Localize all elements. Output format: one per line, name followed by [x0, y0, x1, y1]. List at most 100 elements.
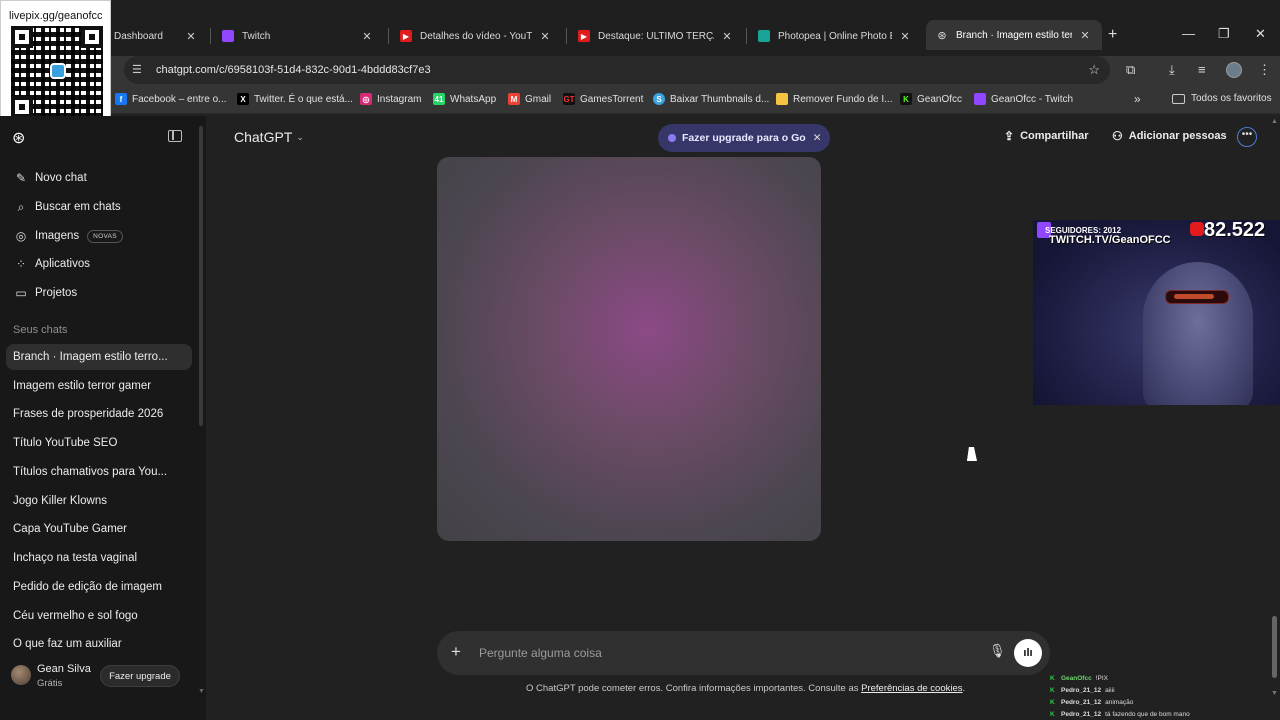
chat-item[interactable]: Pedido de edição de imagem — [6, 574, 192, 600]
sidebar-scrollbar[interactable] — [199, 126, 203, 426]
browser-tab-strip: Dashboard ✕ Twitch ✕ ▶ Detalhes do vídeo… — [0, 0, 1280, 56]
pencil-icon: ✎ — [15, 171, 27, 185]
download-icon[interactable]: ⤓ — [1169, 62, 1175, 78]
media-control-icon[interactable]: ≡ — [1198, 62, 1206, 77]
new-tab-button[interactable]: + — [1108, 26, 1117, 44]
folder-icon — [1172, 93, 1185, 104]
sidebar-toggle-icon[interactable] — [168, 130, 182, 142]
tab-youtube-destaque[interactable]: ▶ Destaque: ULTIMO TERÇA D ✕ — [568, 22, 744, 50]
bookmark-twitch[interactable]: GeanOfcc - Twitch — [974, 93, 1073, 105]
chat-item[interactable]: Títulos chamativos para You... — [6, 459, 192, 485]
chat-item[interactable]: Jogo Killer Klowns — [6, 488, 192, 514]
close-tab-icon[interactable]: ✕ — [1078, 29, 1092, 42]
bookmark-removebg[interactable]: Remover Fundo de I... — [776, 93, 893, 105]
upgrade-go-pill[interactable]: Fazer upgrade para o Go ✕ — [658, 124, 830, 152]
sidebar-item-projects[interactable]: ▭ Projetos — [8, 280, 192, 306]
cookie-preferences-link[interactable]: Preferências de cookies — [861, 683, 962, 694]
person-add-icon: ⚇ — [1112, 129, 1123, 143]
close-tab-icon[interactable]: ✕ — [898, 30, 912, 43]
plus-icon[interactable]: + — [451, 642, 461, 662]
chat-item[interactable]: Frases de prosperidade 2026 — [6, 401, 192, 427]
sidebar: ⊛ ✎ Novo chat ⌕ Buscar em chats ◎ Imagen… — [0, 116, 206, 720]
chat-item[interactable]: Título YouTube SEO — [6, 430, 192, 456]
tab-chatgpt-active[interactable]: ⊛ Branch · Imagem estilo terro ✕ — [926, 20, 1102, 50]
site-settings-icon[interactable]: ☰ — [132, 63, 146, 77]
openai-logo-icon[interactable]: ⊛ — [12, 128, 30, 147]
omnibox[interactable]: ☰ chatgpt.com/c/6958103f-51d4-832c-90d1-… — [124, 56, 1110, 84]
composer: + Pergunte alguma coisa 🎙 ılı — [437, 631, 1050, 675]
apps-icon: ⁘ — [15, 257, 27, 271]
sidebar-item-new-chat[interactable]: ✎ Novo chat — [8, 165, 192, 191]
chat-item[interactable]: Inchaço na testa vaginal — [6, 545, 192, 571]
scroll-up-arrow-icon[interactable]: ▲ — [1271, 118, 1278, 125]
bookmark-whatsapp[interactable]: 41 WhatsApp — [433, 93, 496, 105]
chat-message: K GeanOfcc !PIX — [1050, 674, 1109, 682]
profile-avatar[interactable] — [1226, 62, 1242, 78]
stream-chat-overlay: K GeanOfcc !PIX K Pedro_21_12 aiiii K Pe… — [1050, 672, 1250, 720]
bookmark-star-icon[interactable]: ☆ — [1088, 62, 1100, 78]
generated-image-placeholder[interactable] — [437, 157, 821, 541]
browser-menu-icon[interactable]: ⋮ — [1258, 62, 1271, 78]
kick-icon: K — [900, 93, 912, 105]
extensions-icon[interactable]: ⧉ — [1126, 62, 1135, 78]
sidebar-item-apps[interactable]: ⁘ Aplicativos — [8, 251, 192, 277]
user-name: Gean Silva — [37, 663, 91, 675]
more-options-button[interactable]: ••• — [1237, 127, 1257, 147]
close-tab-icon[interactable]: ✕ — [720, 30, 734, 43]
upgrade-button[interactable]: Fazer upgrade — [100, 665, 180, 687]
bookmark-twitter[interactable]: X Twitter. É o que está... — [237, 93, 353, 105]
search-icon: ⌕ — [17, 199, 25, 214]
more-bookmarks-icon[interactable]: » — [1134, 92, 1141, 106]
mouse-cursor — [967, 447, 979, 461]
all-bookmarks-folder[interactable]: Todos os favoritos — [1172, 93, 1272, 104]
url-text[interactable]: chatgpt.com/c/6958103f-51d4-832c-90d1-4b… — [156, 64, 431, 76]
kick-icon: K — [1050, 674, 1055, 682]
qr-finder — [81, 26, 103, 48]
close-icon[interactable]: ✕ — [813, 132, 822, 144]
tab-photopea[interactable]: Photopea | Online Photo Edi ✕ — [748, 22, 922, 50]
chat-item-active[interactable]: Branch · Imagem estilo terro... — [6, 344, 192, 370]
close-tab-icon[interactable]: ✕ — [538, 30, 552, 43]
streamer-video — [1143, 262, 1253, 405]
bookmark-kick[interactable]: K GeanOfcc — [900, 93, 962, 105]
prompt-input[interactable]: Pergunte alguma coisa — [479, 646, 602, 660]
youtube-icon: ▶ — [400, 30, 412, 42]
scroll-down-arrow-icon[interactable]: ▼ — [1271, 690, 1278, 697]
x-icon: X — [237, 93, 249, 105]
bookmark-gamestorrent[interactable]: GT GamesTorrent — [563, 93, 643, 105]
scroll-down-arrow-icon[interactable]: ▼ — [198, 688, 205, 695]
kick-icon: K — [1050, 698, 1055, 706]
microphone-icon[interactable]: 🎙 — [989, 643, 1006, 659]
user-panel[interactable]: Gean Silva Grátis Fazer upgrade — [0, 652, 206, 698]
tab-youtube-studio[interactable]: ▶ Detalhes do vídeo - YouTube ✕ — [390, 22, 562, 50]
chat-item[interactable]: Céu vermelho e sol fogo — [6, 603, 192, 629]
avatar[interactable] — [11, 665, 31, 685]
livepix-logo — [50, 63, 66, 79]
main-scrollbar[interactable] — [1272, 616, 1277, 678]
tab-twitch[interactable]: Twitch ✕ — [212, 22, 384, 50]
restore-button[interactable]: ❐ — [1218, 26, 1230, 42]
photopea-icon — [758, 30, 770, 42]
model-selector[interactable]: ChatGPT ⌄ — [234, 129, 304, 145]
sidebar-item-images[interactable]: ◎ Imagens NOVAS — [8, 223, 192, 249]
chat-item[interactable]: Capa YouTube Gamer — [6, 516, 192, 542]
twitch-url: TWITCH.TV/GeanOFCC — [1049, 234, 1171, 246]
minimize-button[interactable]: — — [1182, 26, 1195, 41]
close-window-button[interactable]: ✕ — [1255, 26, 1266, 42]
gmail-icon: M — [508, 93, 520, 105]
chats-section-title: Seus chats — [13, 324, 68, 336]
close-tab-icon[interactable]: ✕ — [360, 30, 374, 43]
chat-message: K Pedro_21_12 animação — [1050, 698, 1134, 706]
sidebar-item-search[interactable]: ⌕ Buscar em chats — [8, 194, 192, 220]
chat-item[interactable]: Imagem estilo terror gamer — [6, 373, 192, 399]
voice-mode-button[interactable]: ılı — [1014, 639, 1042, 667]
glasses — [1165, 290, 1229, 304]
bookmark-facebook[interactable]: f Facebook – entre o... — [115, 93, 227, 105]
tab-dashboard[interactable]: Dashboard ✕ — [104, 22, 208, 50]
share-button[interactable]: ⇪ Compartilhar — [1004, 129, 1089, 143]
close-tab-icon[interactable]: ✕ — [184, 30, 198, 43]
bookmark-gmail[interactable]: M Gmail — [508, 93, 551, 105]
add-people-button[interactable]: ⚇ Adicionar pessoas — [1112, 129, 1227, 143]
bookmark-thumbnails[interactable]: S Baixar Thumbnails d... — [653, 93, 769, 105]
bookmark-instagram[interactable]: ◎ Instagram — [360, 93, 421, 105]
